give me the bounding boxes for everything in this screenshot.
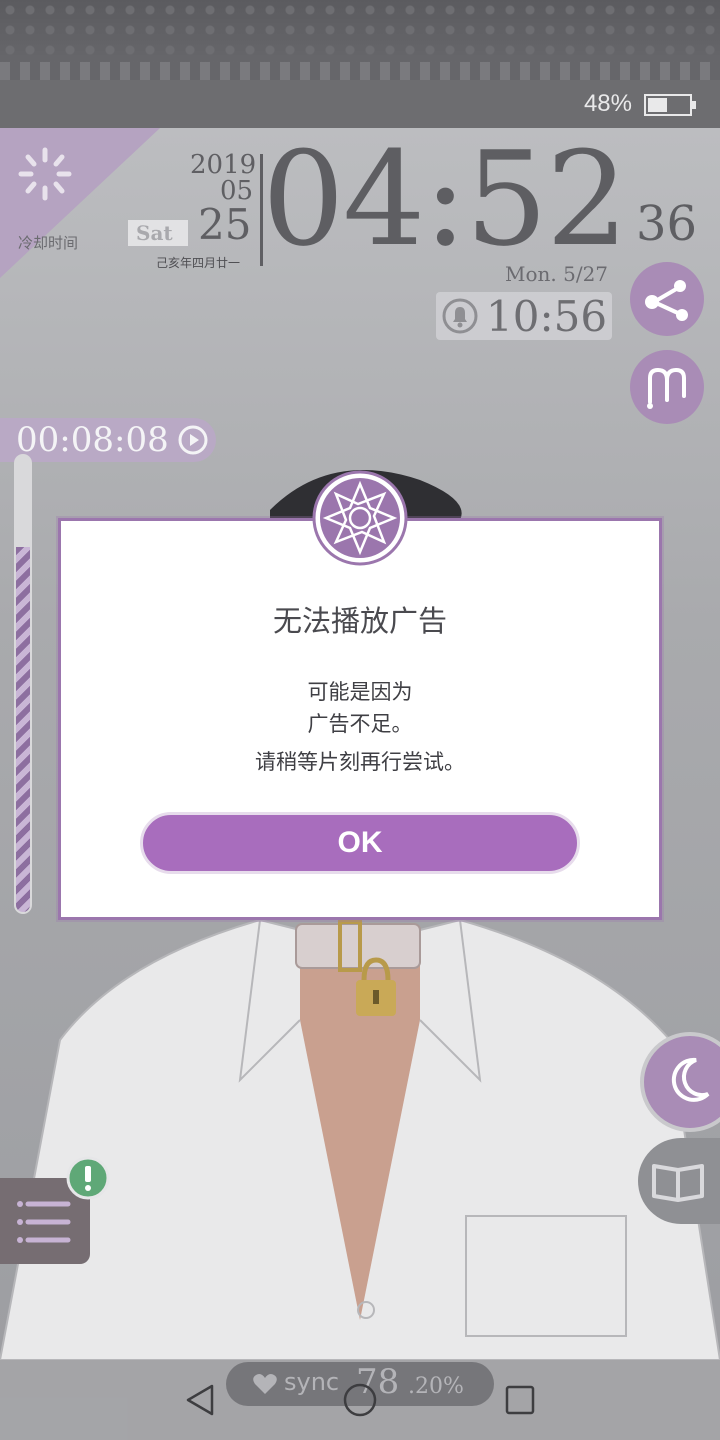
battery-icon: [644, 94, 696, 116]
dialog-message-line-1: 可能是因为: [307, 680, 413, 704]
date-day: 25: [198, 200, 252, 249]
story-book-button[interactable]: [638, 1138, 720, 1224]
dialog-message-line-3: 请稍等片刻再行尝试。: [255, 750, 465, 774]
heart-icon: [253, 1374, 277, 1394]
m-icon: [647, 367, 686, 409]
share-icon: [645, 280, 688, 321]
next-alarm-date: Mon. 5/27: [505, 262, 609, 286]
battery-percent: 48%: [583, 90, 632, 117]
sync-label: sync: [284, 1368, 340, 1396]
ok-button[interactable]: OK: [140, 812, 580, 874]
m-button[interactable]: [630, 350, 704, 424]
night-mode-button[interactable]: [640, 1032, 720, 1132]
progress-fill: [16, 547, 30, 912]
alarm-bell-icon: [442, 298, 478, 334]
top-lace-edge: [0, 62, 720, 80]
moon-icon: [671, 1057, 710, 1102]
alarm-time: 10:56: [486, 292, 608, 341]
clock-seconds: 36: [636, 196, 698, 252]
back-icon[interactable]: [180, 1380, 220, 1420]
lunar-date: 己亥年四月廿一: [156, 256, 241, 270]
alert-icon: [66, 1156, 110, 1200]
home-icon[interactable]: [340, 1380, 380, 1420]
cooldown-label: 冷却时间: [18, 234, 79, 252]
book-icon: [652, 1164, 704, 1202]
clock-time: 04:52: [262, 123, 629, 275]
share-button[interactable]: [630, 262, 704, 336]
recent-apps-icon[interactable]: [500, 1380, 540, 1420]
timer-value: 00:08:08: [16, 420, 169, 460]
dialog-title: 无法播放广告: [272, 604, 447, 638]
dialog-message-line-2: 广告不足。: [307, 712, 413, 736]
sync-decimal: .20%: [408, 1374, 464, 1399]
play-icon[interactable]: [178, 425, 208, 455]
weekday-badge: Sat: [128, 220, 188, 246]
flower-emblem-icon: [312, 470, 408, 566]
cooldown-indicator[interactable]: [0, 128, 170, 278]
